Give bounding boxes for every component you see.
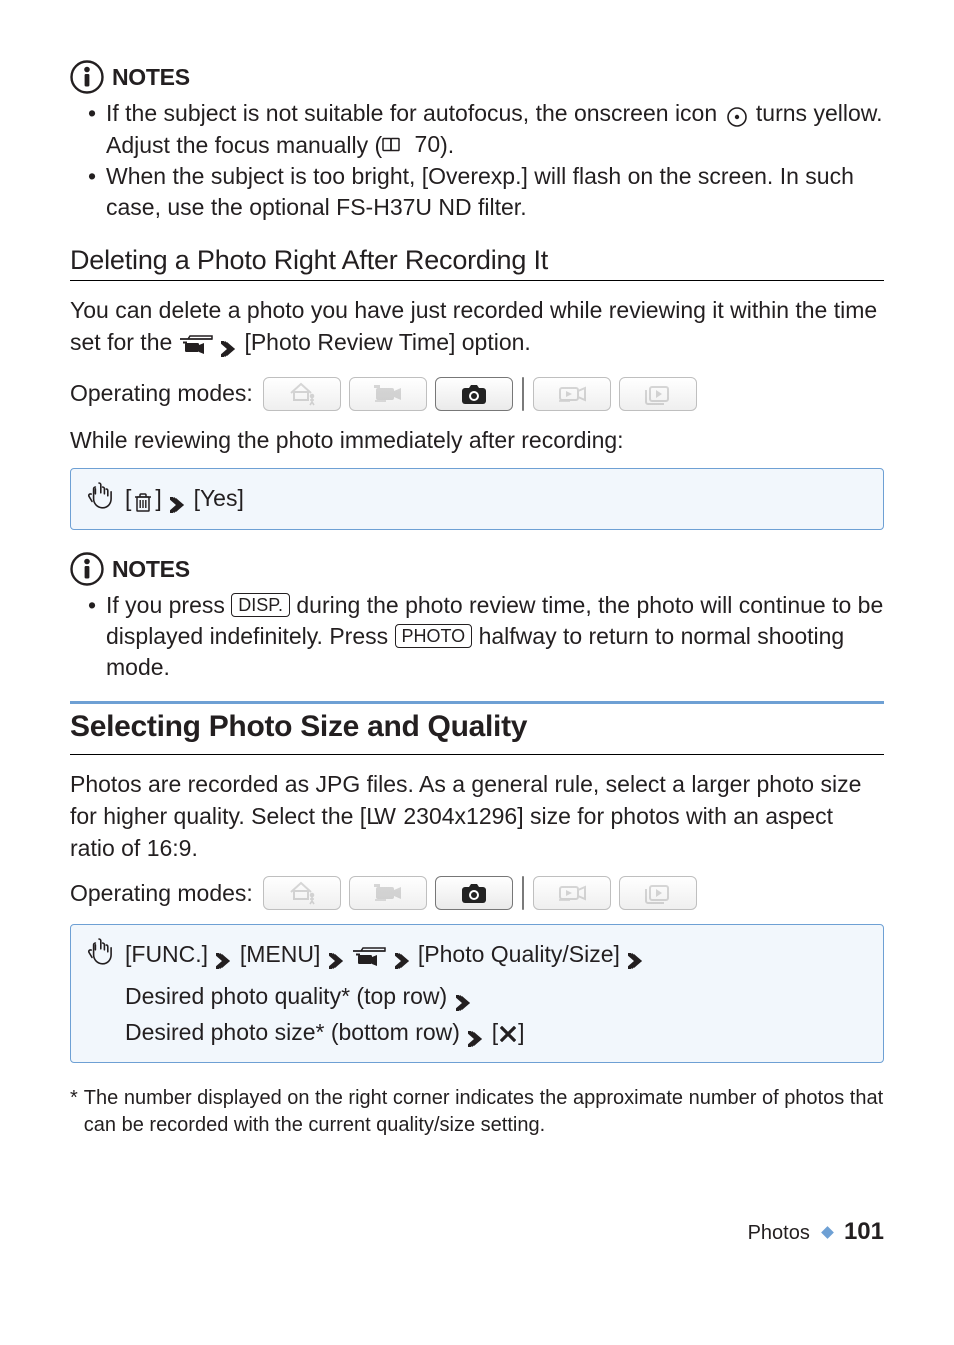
page-reference: 70 [382,129,440,160]
text: [ [492,1019,498,1045]
arrow-icon [329,953,344,969]
section-heading-size: Selecting Photo Size and Quality [70,710,884,744]
footnote-text: The number displayed on the right corner… [84,1085,884,1138]
arrow-icon [628,953,643,969]
photo-key: PHOTO [395,624,473,648]
ref-page: 70 [415,129,441,160]
operating-modes-row: Operating modes: [70,876,884,910]
trash-icon [133,491,153,513]
touch-step-box: [] [Yes] [70,468,884,530]
mode-auto-chip [263,377,341,411]
touch-step-box: [FUNC.] [MENU] [Photo Quality/Size] Desi… [70,924,884,1063]
operating-modes-row: Operating modes: [70,377,884,411]
arrow-icon [170,497,185,513]
mode-photo-chip [435,377,513,411]
step-content: [FUNC.] [MENU] [Photo Quality/Size] Desi… [125,937,869,1050]
arrow-icon [468,1031,483,1047]
notes-list: If you press DISP. during the photo revi… [88,590,884,683]
mode-auto-chip [263,876,341,910]
mode-photo-play-chip [619,876,697,910]
rule [70,701,884,710]
notes-heading: NOTES [70,552,884,586]
list-item: If the subject is not suitable for autof… [88,98,884,161]
section-heading-delete: Deleting a Photo Right After Recording I… [70,245,884,276]
mode-photo-chip [435,876,513,910]
touch-icon [85,937,115,967]
mode-chips [263,377,697,411]
separator [522,876,524,910]
mode-movie-chip [349,377,427,411]
notes-label: NOTES [112,556,190,583]
notes-list: If the subject is not suitable for autof… [88,98,884,223]
notes-label: NOTES [112,64,190,91]
arrow-icon [221,341,236,357]
rule [70,754,884,755]
mode-photo-play-chip [619,377,697,411]
arrow-icon [216,953,231,969]
mode-movie-play-chip [533,377,611,411]
page-number: 101 [844,1218,884,1245]
diamond-icon [822,1226,835,1239]
text: If you press [106,592,231,618]
text: Desired photo quality* (top row) [125,983,447,1009]
text: ] [155,485,161,511]
menu-tab-icon [179,333,213,365]
list-item: If you press DISP. during the photo revi… [88,590,884,683]
operating-modes-label: Operating modes: [70,880,253,907]
book-icon [382,136,400,153]
text: ] [518,1019,524,1045]
paragraph: Photos are recorded as JPG files. As a g… [70,769,884,864]
text: When the subject is too bright, [Overexp… [106,163,854,220]
text: [ [125,485,131,511]
focus-icon [726,106,748,128]
list-item: When the subject is too bright, [Overexp… [88,161,884,223]
lw-glyph: LW [366,803,397,829]
disp-key: DISP. [231,593,290,617]
touch-icon [85,481,115,511]
text: [MENU] [240,941,321,967]
operating-modes-label: Operating modes: [70,380,253,407]
text: Desired photo size* (bottom row) [125,1019,460,1045]
page-footer: Photos 101 [70,1218,884,1246]
close-icon [500,1026,516,1042]
footer-section: Photos [748,1222,810,1244]
notes-heading: NOTES [70,60,884,94]
footnote: * The number displayed on the right corn… [70,1085,884,1138]
info-icon [70,60,104,94]
text: [Yes] [194,485,244,511]
text: [Photo Quality/Size] [418,941,620,967]
info-icon [70,552,104,586]
text: [FUNC.] [125,941,208,967]
arrow-icon [456,995,471,1011]
step-content: [] [Yes] [125,481,869,517]
mode-chips [263,876,697,910]
rule [70,280,884,281]
paragraph: You can delete a photo you have just rec… [70,295,884,364]
text: If the subject is not suitable for autof… [106,100,724,126]
mode-movie-chip [349,876,427,910]
text: ). [440,132,454,158]
paragraph: While reviewing the photo immediately af… [70,425,884,457]
text: [Photo Review Time] option. [244,329,530,355]
arrow-icon [395,953,410,969]
mode-movie-play-chip [533,876,611,910]
footnote-marker: * [70,1085,78,1138]
separator [522,377,524,411]
menu-tab-icon [352,943,386,979]
